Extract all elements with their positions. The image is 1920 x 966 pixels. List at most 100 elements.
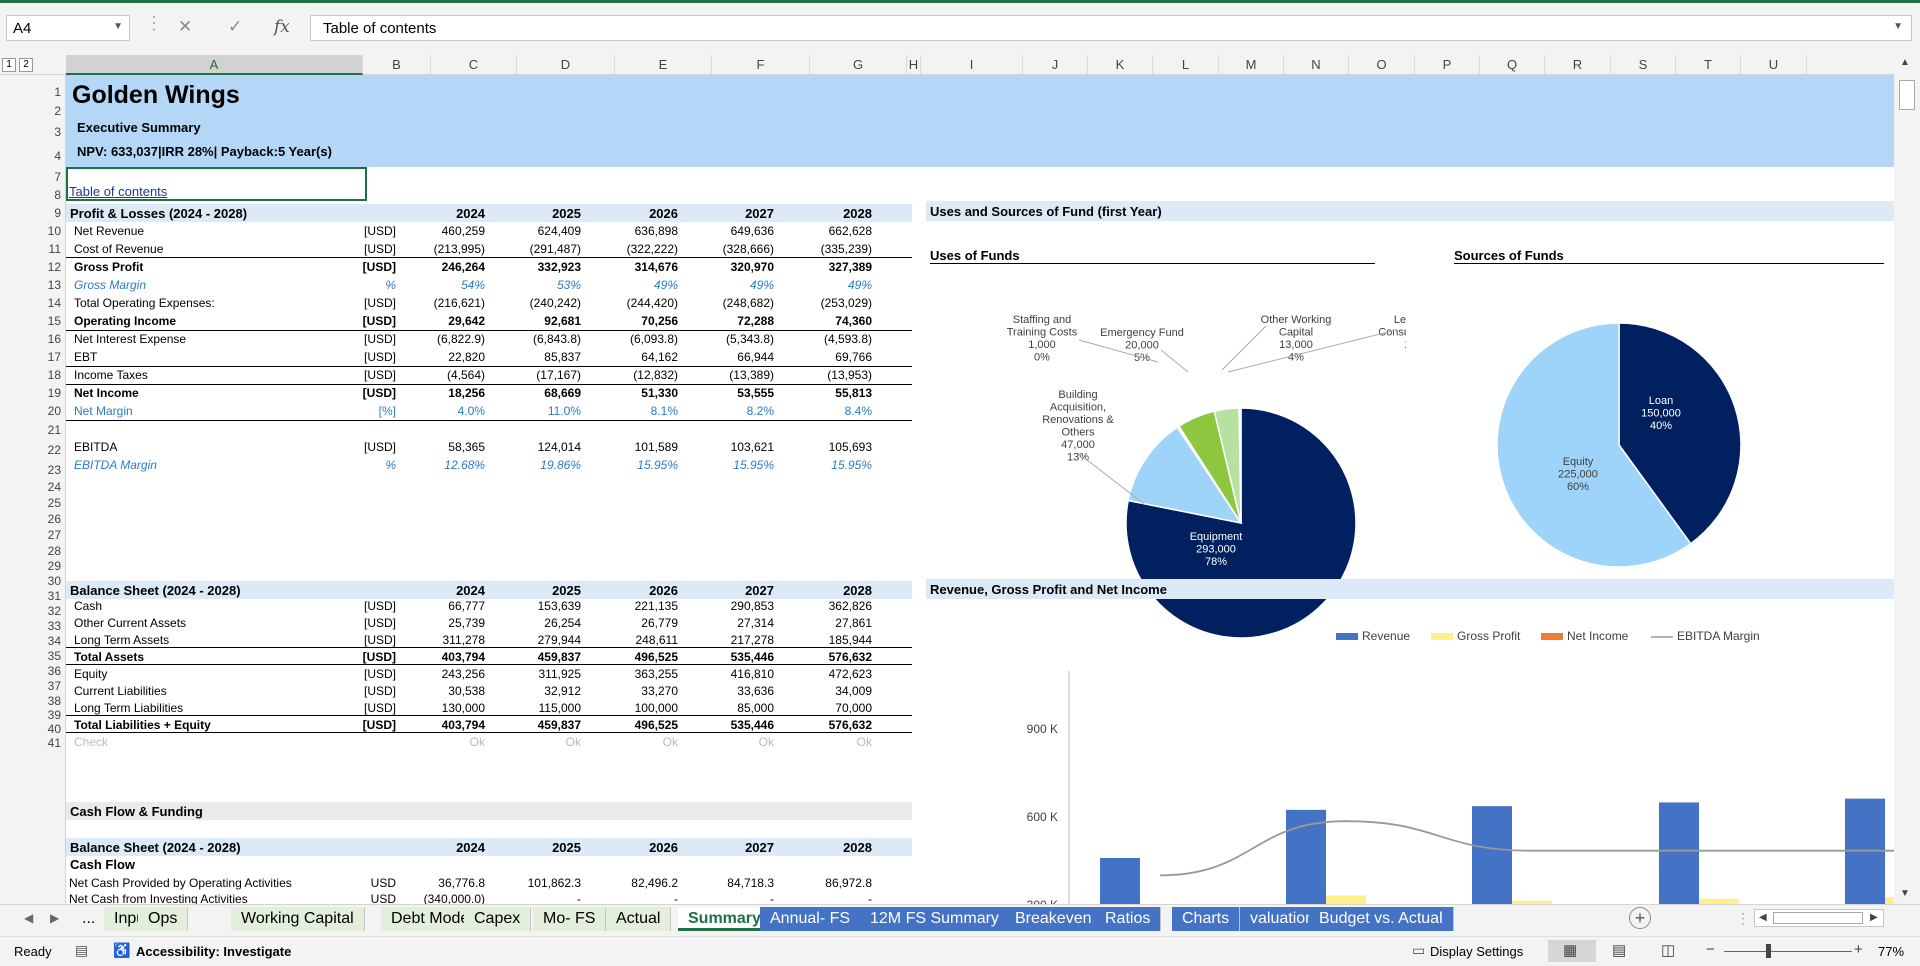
bar-revenue-2026[interactable] [1472,806,1512,904]
row-header-15[interactable]: 15 [48,314,61,328]
column-header-h[interactable]: H [907,55,921,75]
table-cell[interactable]: 472,623 [772,667,872,681]
table-cell[interactable]: 459,837 [481,650,581,664]
table-cell[interactable]: 11.0% [481,404,581,418]
table-cell[interactable]: 185,944 [772,633,872,647]
table-cell[interactable]: 248,611 [578,633,679,647]
table-cell[interactable]: - [772,892,872,904]
table-cell[interactable]: 84,718.3 [674,876,774,890]
table-cell[interactable]: (6,822.9) [385,332,485,346]
zoom-out-icon[interactable]: − [1706,941,1715,958]
table-cell[interactable]: 279,944 [481,633,581,647]
row-header-4[interactable]: 4 [54,149,61,163]
insert-function-icon[interactable]: fx [274,17,290,37]
column-header-b[interactable]: B [363,55,431,75]
table-cell[interactable]: 68,669 [481,386,581,400]
table-cell[interactable]: 320,970 [674,260,774,274]
row-header-40[interactable]: 40 [48,722,61,736]
enter-icon[interactable]: ✓ [228,17,242,37]
table-cell[interactable]: (322,222) [578,242,678,256]
table-cell[interactable]: (216,621) [385,296,485,310]
table-cell[interactable]: 460,259 [385,224,485,238]
table-cell[interactable]: (240,242) [481,296,581,310]
column-header-k[interactable]: K [1088,55,1153,75]
table-cell[interactable]: 624,409 [481,224,581,238]
table-cell[interactable]: 496,525 [578,650,678,664]
table-cell[interactable]: 636,898 [578,224,678,238]
table-cell[interactable]: 33,270 [578,684,678,698]
expand-formula-icon[interactable]: ▼ [1893,21,1903,32]
column-header-s[interactable]: S [1611,55,1676,75]
table-cell[interactable]: (4,593.8) [772,332,872,346]
table-cell[interactable]: 15.95% [772,458,872,472]
row-header-36[interactable]: 36 [48,664,61,678]
table-cell[interactable]: (6,843.8) [481,332,581,346]
macro-record-icon[interactable]: ▤ [75,942,88,959]
tab-scroll-right-icon[interactable]: ▶ [50,911,59,925]
table-cell[interactable]: 32,912 [481,684,581,698]
table-cell[interactable]: (13,953) [772,368,872,382]
column-header-a[interactable]: A [66,55,363,75]
row-header-11[interactable]: 11 [49,242,61,256]
row-header-35[interactable]: 35 [48,649,61,663]
tab-[interactable]: ... [72,907,105,931]
hscroll-left-icon[interactable]: ◀ [1759,912,1767,923]
row-header-39[interactable]: 39 [48,708,61,722]
table-cell[interactable]: 53,555 [674,386,774,400]
table-cell[interactable]: 26,779 [578,616,678,630]
row-header-21[interactable]: 21 [48,423,61,437]
row-header-29[interactable]: 29 [48,559,61,573]
tab-budget-vs-actual[interactable]: Budget vs. Actual [1309,907,1454,931]
row-header-33[interactable]: 33 [48,619,61,633]
revenue-bar-chart[interactable]: Revenue Gross Profit Net Income EBITDA Marg… [926,609,1894,904]
column-header-j[interactable]: J [1023,55,1088,75]
outline-level-1[interactable]: 1 [2,58,16,72]
table-cell[interactable]: 27,861 [772,616,872,630]
row-header-28[interactable]: 28 [48,544,61,558]
row-header-22[interactable]: 22 [48,443,61,457]
tab-12m-fs-summary[interactable]: 12M FS Summary [860,907,1010,931]
table-cell[interactable]: 36,776.8 [385,876,485,890]
row-header-17[interactable]: 17 [48,350,61,364]
tab-scroll-left-icon[interactable]: ◀ [24,911,33,925]
table-cell[interactable]: 12.68% [385,458,485,472]
row-header-14[interactable]: 14 [48,296,61,310]
table-cell[interactable]: 22,820 [385,350,485,364]
column-header-q[interactable]: Q [1480,55,1545,75]
table-cell[interactable]: 66,777 [385,599,485,613]
table-cell[interactable]: 30,538 [385,684,485,698]
table-cell[interactable]: 649,636 [674,224,774,238]
zoom-slider[interactable] [1724,951,1852,952]
table-cell[interactable]: 103,621 [674,440,774,454]
row-header-37[interactable]: 37 [48,679,61,693]
table-cell[interactable]: Ok [481,735,581,749]
table-cell[interactable]: 496,525 [578,718,678,732]
tab-ratios[interactable]: Ratios [1095,907,1162,931]
accessibility-status[interactable]: Accessibility: Investigate [136,944,291,959]
tab-charts[interactable]: Charts [1172,907,1241,931]
page-break-icon[interactable]: ◫ [1661,941,1675,959]
worksheet-grid[interactable]: Golden Wings Executive Summary NPV: 633,… [66,75,1894,904]
table-cell[interactable]: 49% [772,278,872,292]
table-cell[interactable]: 311,925 [481,667,582,681]
scroll-down-icon[interactable]: ▼ [1900,888,1910,899]
bar-gross-profit-2025[interactable] [1326,895,1366,904]
table-cell[interactable]: (17,167) [481,368,581,382]
table-cell[interactable]: 82,496.2 [578,876,678,890]
table-cell[interactable]: 85,837 [481,350,581,364]
table-cell[interactable]: 15.95% [578,458,678,472]
tab-actual[interactable]: Actual [606,907,672,931]
display-settings-icon[interactable]: ▭ [1412,942,1425,959]
table-cell[interactable]: (4,564) [385,368,485,382]
page-layout-icon[interactable]: ▤ [1612,941,1626,959]
tab-breakeven[interactable]: Breakeven [1005,907,1103,931]
table-cell[interactable]: - [674,892,774,904]
table-cell[interactable]: 49% [578,278,678,292]
hscroll-thumb[interactable] [1773,912,1863,924]
column-header-n[interactable]: N [1284,55,1349,75]
table-cell[interactable]: 53% [481,278,581,292]
table-cell[interactable]: 124,014 [481,440,581,454]
column-header-u[interactable]: U [1741,55,1807,75]
table-cell[interactable]: (335,239) [772,242,872,256]
display-settings[interactable]: Display Settings [1430,944,1523,959]
